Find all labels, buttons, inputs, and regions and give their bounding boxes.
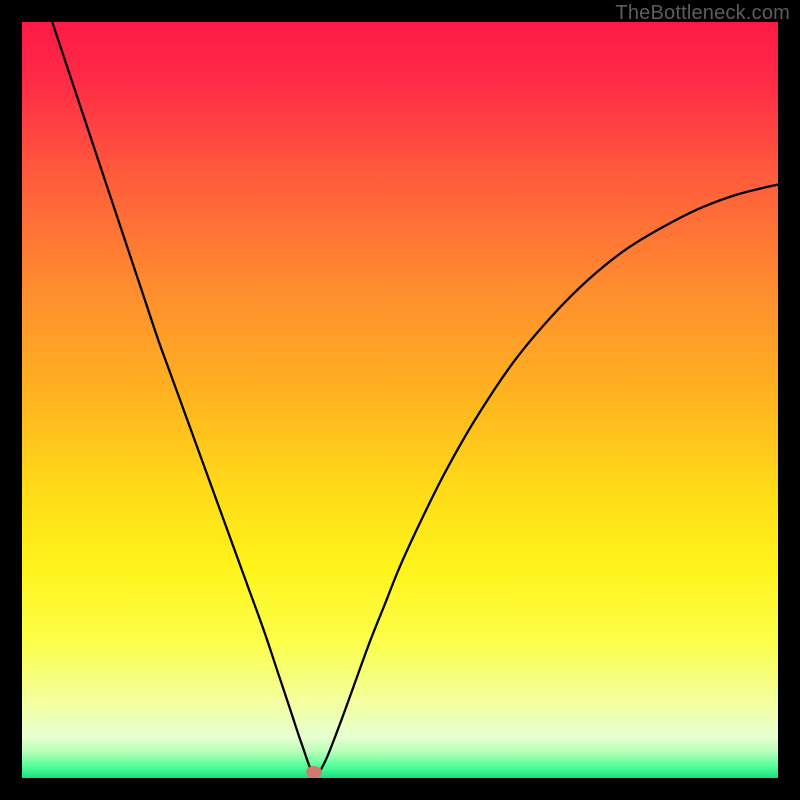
chart-frame: TheBottleneck.com: [0, 0, 800, 800]
bottleneck-curve: [22, 22, 778, 778]
plot-area: [22, 22, 778, 778]
watermark-text: TheBottleneck.com: [615, 2, 790, 25]
optimal-point-marker: [306, 766, 322, 778]
